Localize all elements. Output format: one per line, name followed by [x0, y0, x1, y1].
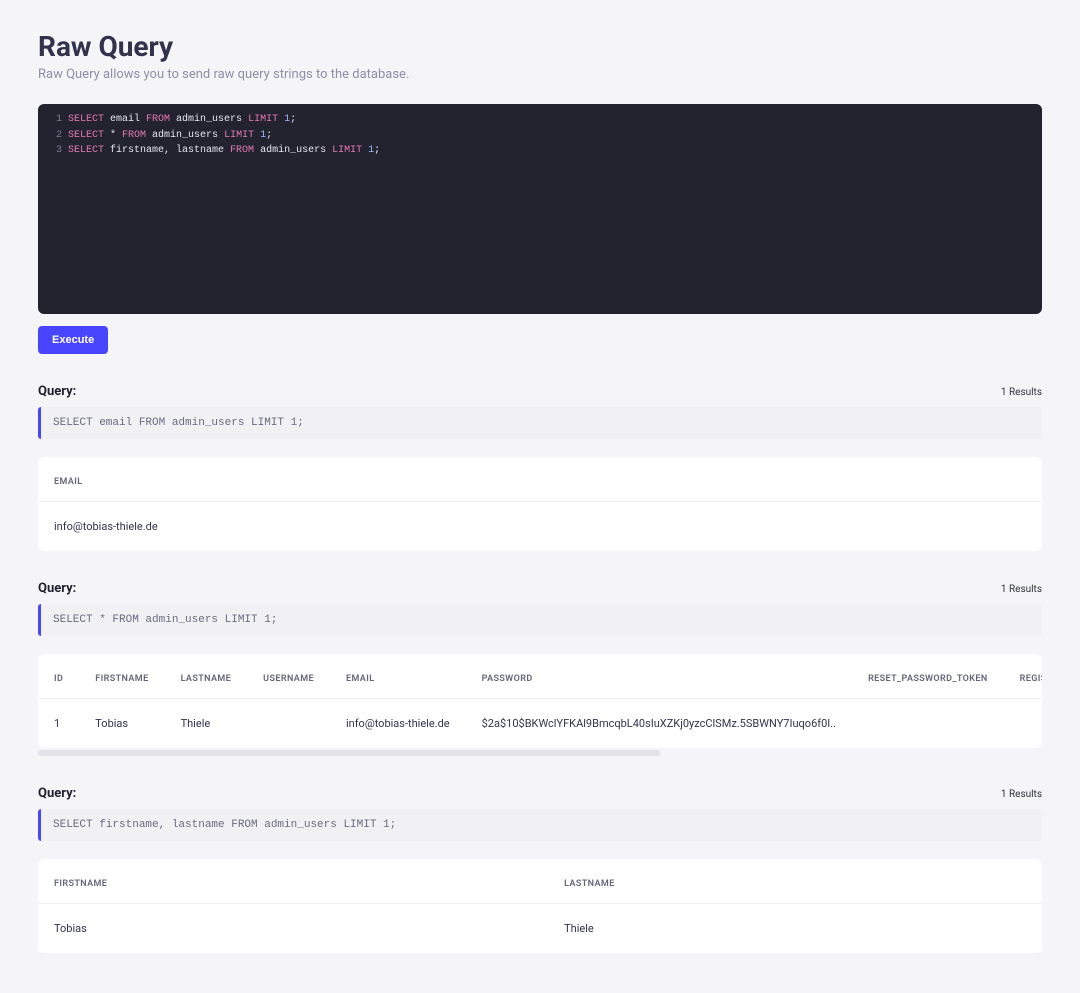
result-table: FIRSTNAMELASTNAMETobiasThiele	[38, 859, 1042, 953]
table-cell	[852, 699, 1004, 749]
code-token: admin_users	[146, 130, 224, 141]
table-cell: Thiele	[165, 699, 248, 749]
table-cell	[247, 699, 330, 749]
column-header: EMAIL	[38, 457, 1042, 502]
code-token: SELECT	[68, 145, 104, 156]
result-block: Query: 1 Results SELECT firstname, lastnam…	[38, 786, 1042, 953]
table-cell: Thiele	[548, 904, 1042, 954]
results-count: 1 Results	[1001, 387, 1042, 398]
table-cell: $2a$10$BKWclYFKAl9BmcqbL40sIuXZKj0yzcClS…	[466, 699, 852, 749]
editor-line[interactable]: 1SELECT email FROM admin_users LIMIT 1;	[48, 112, 1032, 128]
code-token: admin_users	[254, 145, 332, 156]
code-token: FROM	[230, 145, 254, 156]
result-block: Query: 1 Results SELECT * FROM admin_users…	[38, 581, 1042, 756]
editor-line[interactable]: 2SELECT * FROM admin_users LIMIT 1;	[48, 128, 1032, 144]
code-token: FROM	[146, 114, 170, 125]
table-cell: 1	[38, 699, 79, 749]
page-title: Raw Query	[38, 30, 1042, 63]
table-cell: info@tobias-thiele.de	[330, 699, 466, 749]
table-cell: info@tobias-thiele.de	[38, 502, 1042, 552]
column-header: PASSWORD	[466, 654, 852, 699]
results-count: 1 Results	[1001, 584, 1042, 595]
code-token: email	[104, 114, 146, 125]
code-token: FROM	[122, 130, 146, 141]
result-table-card: EMAILinfo@tobias-thiele.de	[38, 457, 1042, 551]
column-header: LASTNAME	[548, 859, 1042, 904]
code-token: SELECT	[68, 130, 104, 141]
query-label: Query:	[38, 581, 76, 596]
line-number: 2	[48, 128, 62, 144]
execute-button[interactable]: Execute	[38, 326, 108, 354]
result-table-card: FIRSTNAMELASTNAMETobiasThiele	[38, 859, 1042, 953]
table-row: TobiasThiele	[38, 904, 1042, 954]
code-token: admin_users	[170, 114, 248, 125]
query-sql: SELECT email FROM admin_users LIMIT 1;	[38, 407, 1042, 439]
column-header: FIRSTNAME	[79, 654, 164, 699]
column-header: EMAIL	[330, 654, 466, 699]
column-header: ID	[38, 654, 79, 699]
line-number: 1	[48, 112, 62, 128]
sql-editor[interactable]: 1SELECT email FROM admin_users LIMIT 1;2…	[38, 104, 1042, 314]
query-label: Query:	[38, 384, 76, 399]
result-table: IDFIRSTNAMELASTNAMEUSERNAMEEMAILPASSWORD…	[38, 654, 1042, 748]
column-header: FIRSTNAME	[38, 859, 548, 904]
query-sql: SELECT * FROM admin_users LIMIT 1;	[38, 604, 1042, 636]
table-cell	[1004, 699, 1042, 749]
column-header: LASTNAME	[165, 654, 248, 699]
table-row: 1TobiasThiele info@tobias-thiele.de$2a$10…	[38, 699, 1042, 749]
code-token: LIMIT	[332, 145, 362, 156]
code-token: ;	[266, 130, 272, 141]
result-block: Query: 1 Results SELECT email FROM admin_u…	[38, 384, 1042, 551]
horizontal-scrollbar[interactable]	[38, 750, 660, 756]
column-header: RESET_PASSWORD_TOKEN	[852, 654, 1004, 699]
result-table: EMAILinfo@tobias-thiele.de	[38, 457, 1042, 551]
code-token: ;	[290, 114, 296, 125]
code-token: SELECT	[68, 114, 104, 125]
code-token: LIMIT	[248, 114, 278, 125]
line-number: 3	[48, 143, 62, 159]
results-count: 1 Results	[1001, 789, 1042, 800]
code-token: ;	[374, 145, 380, 156]
code-token: *	[104, 130, 122, 141]
column-header: USERNAME	[247, 654, 330, 699]
table-row: info@tobias-thiele.de	[38, 502, 1042, 552]
table-cell: Tobias	[38, 904, 548, 954]
table-cell: Tobias	[79, 699, 164, 749]
query-sql: SELECT firstname, lastname FROM admin_us…	[38, 809, 1042, 841]
code-token: firstname, lastname	[104, 145, 230, 156]
query-label: Query:	[38, 786, 76, 801]
result-table-card: IDFIRSTNAMELASTNAMEUSERNAMEEMAILPASSWORD…	[38, 654, 1042, 748]
column-header: REGISTRATION_TOKEN	[1004, 654, 1042, 699]
page-subtitle: Raw Query allows you to send raw query s…	[38, 67, 1042, 82]
editor-line[interactable]: 3 SELECT firstname, lastname FROM admin_u…	[48, 143, 1032, 159]
code-token: LIMIT	[224, 130, 254, 141]
